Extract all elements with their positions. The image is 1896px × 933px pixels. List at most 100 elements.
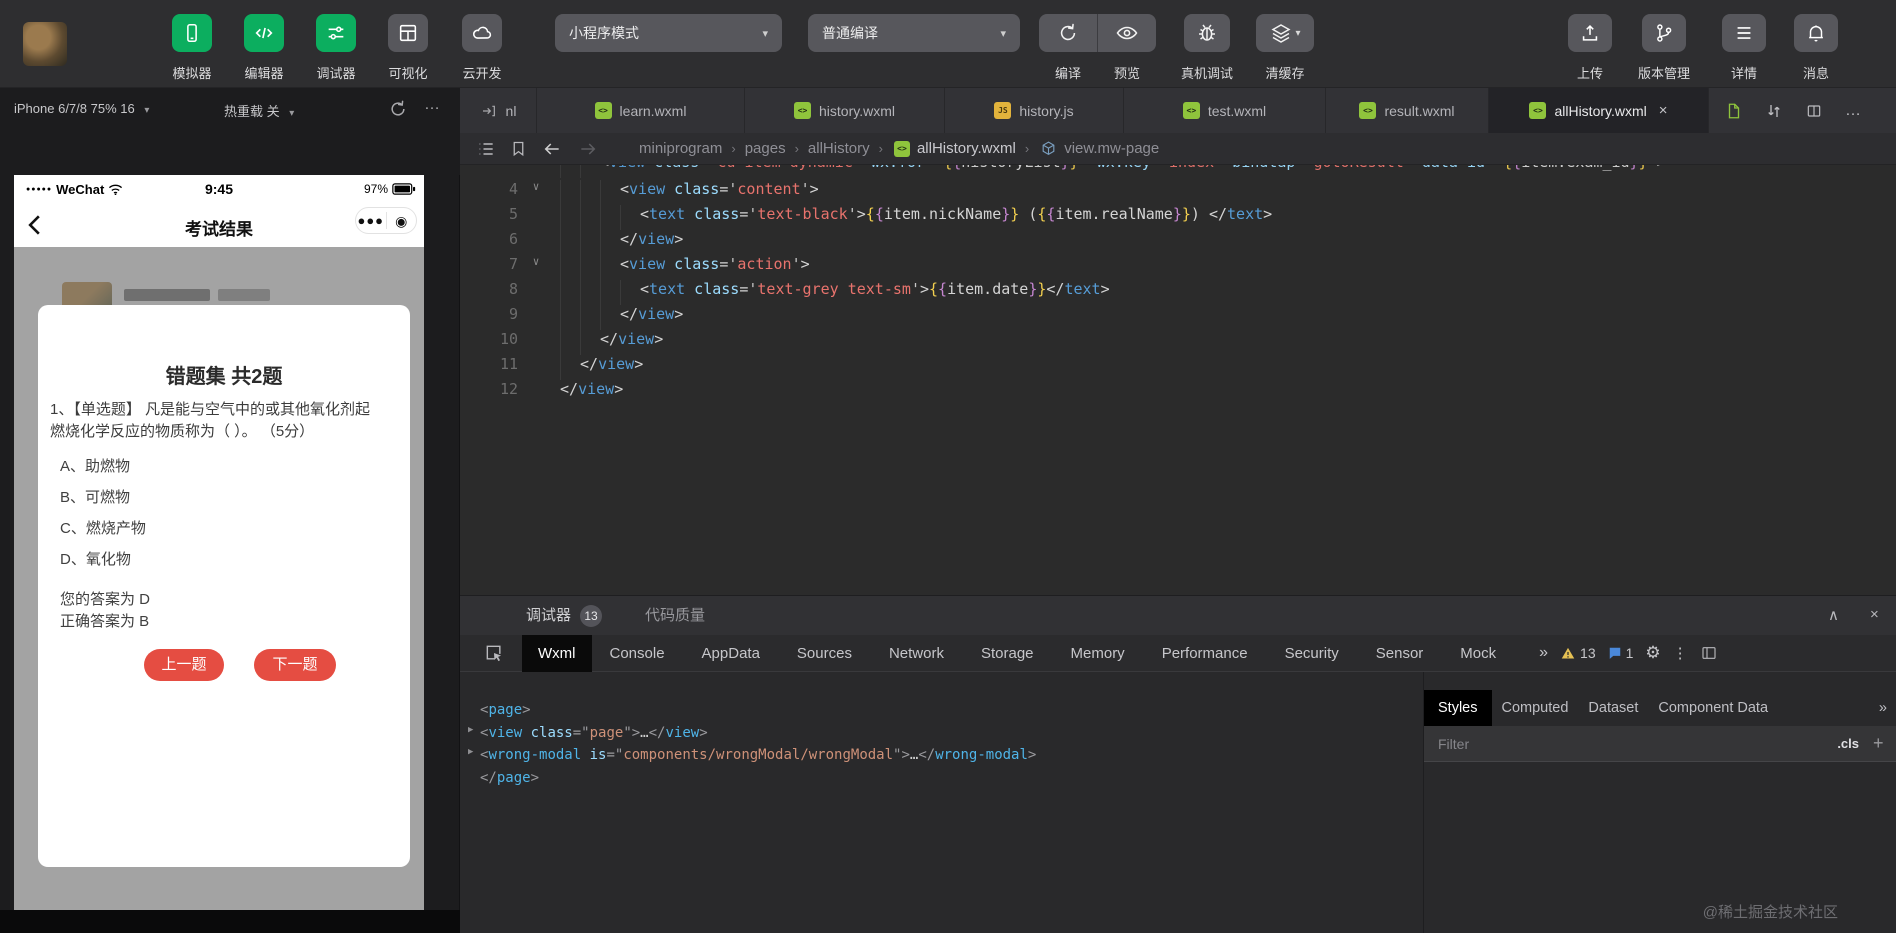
code-line-6[interactable]: 6 </view> bbox=[460, 230, 1896, 255]
breadcrumb-segment[interactable]: allHistory bbox=[808, 140, 870, 157]
版本管理-button[interactable] bbox=[1642, 14, 1686, 52]
wxml-tree-node[interactable]: <page> bbox=[460, 702, 1423, 724]
capsule-home-icon[interactable]: ◉ bbox=[387, 208, 417, 234]
add-style-icon[interactable]: + bbox=[1873, 733, 1896, 754]
devtools-tab-appdata[interactable]: AppData bbox=[700, 635, 762, 672]
code-line-3[interactable]: <view class='cu-item dynamic' wx:for="{{… bbox=[460, 165, 1896, 178]
more-actions-icon[interactable]: … bbox=[1845, 102, 1861, 120]
tab-result.wxml[interactable]: <> result.wxml bbox=[1326, 88, 1489, 133]
toolbar-button-label: 调试器 bbox=[316, 66, 356, 81]
tab-code-quality[interactable]: 代码质量 bbox=[645, 596, 705, 636]
云开发-button[interactable] bbox=[462, 14, 502, 52]
devtools-tab-memory[interactable]: Memory bbox=[1069, 635, 1127, 672]
tab-history.js[interactable]: JS history.js bbox=[945, 88, 1124, 133]
devtools-tab-performance[interactable]: Performance bbox=[1160, 635, 1250, 672]
fold-chevron-icon[interactable]: ∨ bbox=[526, 180, 546, 193]
上传-button[interactable] bbox=[1568, 14, 1612, 52]
编辑器-button[interactable] bbox=[244, 14, 284, 52]
kebab-menu-icon[interactable]: ⋮ bbox=[1673, 644, 1688, 662]
hot-reload-toggle[interactable]: 热重载 关 ▾ bbox=[224, 101, 294, 120]
preview-button[interactable] bbox=[1098, 14, 1156, 52]
styles-inspector-panel: Styles Computed Dataset Component Data » Fil… bbox=[1423, 672, 1896, 933]
messages-counter[interactable]: 1 bbox=[1608, 645, 1633, 661]
inspector-tab-styles[interactable]: Styles bbox=[1424, 690, 1492, 726]
devtools-tab-mock[interactable]: Mock bbox=[1458, 635, 1498, 672]
tab-allHistory.wxml[interactable]: <> allHistory.wxml × bbox=[1489, 88, 1709, 133]
overflow-chevrons-icon[interactable]: » bbox=[1539, 644, 1548, 662]
inspector-overflow-icon[interactable]: » bbox=[1869, 690, 1896, 726]
tab-pinned-nl[interactable]: nl bbox=[460, 88, 537, 133]
code-editor[interactable]: <view class='cu-item dynamic' wx:for="{{… bbox=[460, 165, 1896, 595]
inspector-tab-dataset[interactable]: Dataset bbox=[1578, 690, 1648, 726]
inspector-tab-computed[interactable]: Computed bbox=[1492, 690, 1579, 726]
devtools-tab-sensor[interactable]: Sensor bbox=[1374, 635, 1426, 672]
调试器-button[interactable] bbox=[316, 14, 356, 52]
code-line-11[interactable]: 11 </view> bbox=[460, 355, 1896, 380]
fold-chevron-icon[interactable]: ∨ bbox=[526, 255, 546, 268]
filter-input[interactable]: Filter bbox=[1438, 736, 1837, 752]
cls-toggle-button[interactable]: .cls bbox=[1837, 736, 1859, 751]
tab-history.wxml[interactable]: <> history.wxml bbox=[745, 88, 945, 133]
mode-select[interactable]: 小程序模式 ▾ bbox=[555, 14, 782, 52]
code-line-10[interactable]: 10 </view> bbox=[460, 330, 1896, 355]
close-panel-icon[interactable]: × bbox=[1870, 606, 1879, 623]
inspect-element-icon[interactable] bbox=[484, 643, 504, 663]
breadcrumb-current-file[interactable]: allHistory.wxml bbox=[917, 140, 1016, 157]
prev-question-button[interactable]: 上一题 bbox=[144, 649, 224, 681]
user-avatar[interactable] bbox=[23, 22, 67, 66]
simulator-more-button[interactable]: … bbox=[424, 96, 441, 114]
collapse-panel-icon[interactable]: ∧ bbox=[1828, 606, 1839, 624]
tab-test.wxml[interactable]: <> test.wxml bbox=[1124, 88, 1326, 133]
详情-button[interactable] bbox=[1722, 14, 1766, 52]
compile-mode-select[interactable]: 普通编译 ▾ bbox=[808, 14, 1020, 52]
模拟器-button[interactable] bbox=[172, 14, 212, 52]
devtools-tab-network[interactable]: Network bbox=[887, 635, 946, 672]
dock-side-icon[interactable] bbox=[1700, 645, 1718, 661]
devtools-tab-sources[interactable]: Sources bbox=[795, 635, 854, 672]
new-file-icon[interactable] bbox=[1725, 102, 1743, 120]
消息-button[interactable] bbox=[1794, 14, 1838, 52]
debugger-title[interactable]: 调试器 bbox=[526, 596, 571, 636]
tab-learn.wxml[interactable]: <> learn.wxml bbox=[537, 88, 745, 133]
warnings-counter[interactable]: 13 bbox=[1560, 645, 1596, 661]
compile-button[interactable] bbox=[1039, 14, 1097, 52]
device-selector[interactable]: iPhone 6/7/8 75% 16 ▾ bbox=[14, 101, 149, 116]
close-tab-icon[interactable]: × bbox=[1659, 102, 1668, 119]
expand-arrow-icon[interactable]: ▶ bbox=[468, 725, 480, 735]
clear-cache-button[interactable]: ▾ bbox=[1256, 14, 1314, 52]
devtools-tab-console[interactable]: Console bbox=[608, 635, 667, 672]
compare-icon[interactable] bbox=[1765, 102, 1783, 120]
breadcrumb-segment[interactable]: pages bbox=[745, 140, 786, 157]
code-line-4[interactable]: 4 ∨ <view class='content'> bbox=[460, 180, 1896, 205]
wxml-tree-node[interactable]: ▶ <wrong-modal is="components/wrongModal/… bbox=[460, 747, 1423, 769]
simulator-refresh-button[interactable] bbox=[388, 99, 408, 119]
wxml-tree-panel[interactable]: <page> ▶ <view class="page">…</view> ▶ <wron… bbox=[460, 672, 1423, 933]
devtools-tab-storage[interactable]: Storage bbox=[979, 635, 1036, 672]
code-line-5[interactable]: 5 <text class='text-black'>{{item.nickNam… bbox=[460, 205, 1896, 230]
top-toolbar: 模拟器 编辑器 调试器 可视化 云开发 小程序模式 ▾ 普通编译 ▾ 编译 预览 bbox=[0, 0, 1896, 88]
devtools-tab-wxml[interactable]: Wxml bbox=[522, 634, 592, 672]
breadcrumb-segment[interactable]: miniprogram bbox=[639, 140, 722, 157]
device-debug-button[interactable] bbox=[1184, 14, 1230, 52]
code-line-7[interactable]: 7 ∨ <view class='action'> bbox=[460, 255, 1896, 280]
next-question-button[interactable]: 下一题 bbox=[254, 649, 336, 681]
breadcrumb-node[interactable]: view.mw-page bbox=[1064, 140, 1159, 157]
code-line-9[interactable]: 9 </view> bbox=[460, 305, 1896, 330]
gear-icon[interactable]: ⚙ bbox=[1645, 643, 1660, 663]
expand-arrow-icon[interactable]: ▶ bbox=[468, 747, 480, 757]
capsule-more-icon[interactable]: ●●● bbox=[356, 209, 386, 233]
inspector-tab-component-data[interactable]: Component Data bbox=[1648, 690, 1778, 726]
question-option: C、燃烧产物 bbox=[60, 520, 146, 537]
code-line-12[interactable]: 12 </view> bbox=[460, 380, 1896, 405]
code-line-8[interactable]: 8 <text class='text-grey text-sm'>{{item.… bbox=[460, 280, 1896, 305]
devtools-tab-security[interactable]: Security bbox=[1283, 635, 1341, 672]
outline-list-icon[interactable] bbox=[476, 139, 496, 159]
wxml-tree-node[interactable]: ▶ <view class="page">…</view> bbox=[460, 725, 1423, 747]
forward-arrow-icon[interactable] bbox=[577, 139, 599, 159]
可视化-button[interactable] bbox=[388, 14, 428, 52]
wxml-tree-node[interactable]: </page> bbox=[460, 770, 1423, 792]
phone-screen[interactable]: ●●●●● WeChat 9:45 97% 考试结果 ●●● ◉ 错题集 共2题… bbox=[14, 175, 424, 910]
bookmark-icon[interactable] bbox=[510, 139, 527, 158]
back-arrow-icon[interactable] bbox=[541, 139, 563, 159]
split-editor-icon[interactable] bbox=[1805, 103, 1823, 119]
